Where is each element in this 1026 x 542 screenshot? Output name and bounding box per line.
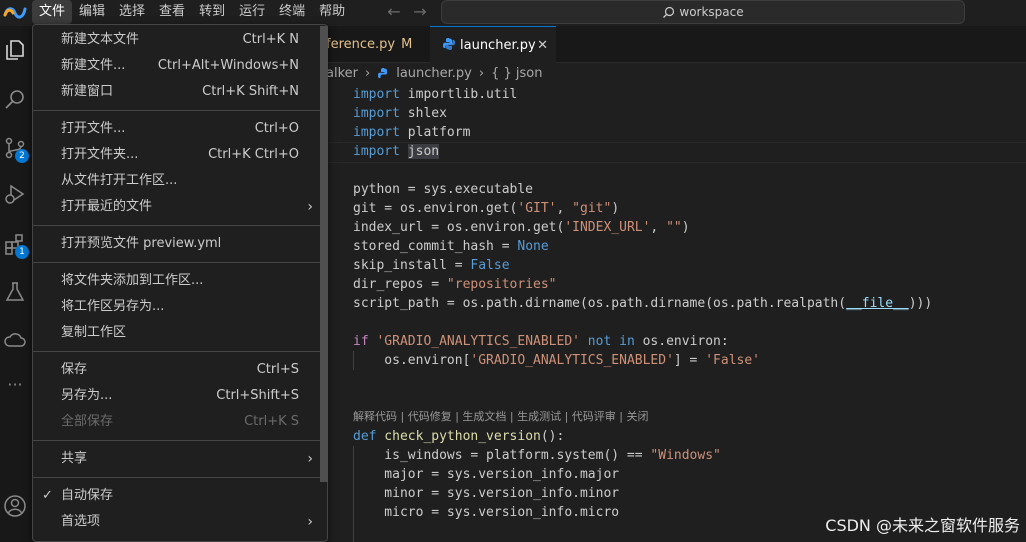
- menu-item-preferences[interactable]: 首选项 ›: [33, 509, 327, 535]
- extensions-badge: 1: [15, 245, 29, 259]
- menu-item-duplicate-workspace[interactable]: 复制工作区: [33, 320, 327, 346]
- code-line: import json: [353, 144, 440, 159]
- app-logo-icon: [3, 7, 27, 19]
- breadcrumb-file[interactable]: launcher.py: [396, 64, 472, 84]
- code-line: minor = sys.version_info.minor: [353, 486, 620, 501]
- code-line: if 'GRADIO_ANALYTICS_ENABLED' not in os.…: [353, 334, 729, 349]
- breadcrumb: alker › launcher.py › { } json: [326, 64, 542, 84]
- menu-edit[interactable]: 编辑: [72, 0, 112, 24]
- close-tab-icon[interactable]: ✕: [537, 27, 548, 65]
- watermark-text: CSDN @未来之窗软件服务: [825, 516, 1020, 535]
- code-line: skip_install = False: [353, 258, 510, 273]
- remote-cloud-icon[interactable]: [3, 328, 27, 352]
- menu-item-open-recent[interactable]: 打开最近的文件 ›: [33, 194, 327, 220]
- tab-label: launcher.py: [460, 38, 536, 53]
- python-file-icon: [378, 68, 388, 78]
- title-bar: 文件 编辑 选择 查看 转到 运行 终端 帮助 ← → workspace: [0, 0, 1026, 26]
- source-control-badge: 2: [15, 149, 29, 163]
- checkmark-icon: ✓: [42, 488, 53, 503]
- menu-view[interactable]: 查看: [152, 0, 192, 24]
- testing-flask-icon[interactable]: [3, 280, 27, 304]
- menu-separator: [33, 351, 327, 352]
- tab-label: ference.py: [326, 37, 396, 52]
- menu-item-save-all: 全部保存 Ctrl+K S: [61, 414, 299, 429]
- menu-item-open-preview[interactable]: 打开预览文件 preview.yml: [33, 231, 327, 257]
- activity-bar: 2 1 ···: [0, 26, 32, 542]
- menu-item-add-folder-to-workspace[interactable]: 将文件夹添加到工作区...: [33, 268, 327, 294]
- menu-go[interactable]: 转到: [192, 0, 232, 24]
- chevron-right-icon: ›: [365, 66, 371, 81]
- menu-separator: [33, 262, 327, 263]
- chevron-right-icon: ›: [307, 451, 313, 467]
- modified-indicator: M: [401, 37, 413, 52]
- menu-item-new-file[interactable]: 新建文件... Ctrl+Alt+Windows+N: [33, 53, 327, 79]
- search-text: workspace: [679, 5, 744, 19]
- code-line: python = sys.executable: [353, 182, 534, 197]
- file-menu-dropdown: 新建文本文件 Ctrl+K N 新建文件... Ctrl+Alt+Windows+N…: [32, 24, 328, 542]
- code-line: major = sys.version_info.major: [353, 467, 620, 482]
- command-center-search[interactable]: workspace: [441, 0, 965, 24]
- indent-guide: [353, 446, 354, 542]
- chevron-right-icon: ›: [478, 66, 485, 81]
- back-arrow-icon[interactable]: ←: [386, 4, 402, 20]
- python-file-icon: [443, 38, 455, 50]
- code-line: stored_commit_hash = None: [353, 239, 549, 254]
- menu-separator: [33, 225, 327, 226]
- chevron-right-icon: ›: [307, 199, 313, 215]
- menu-run[interactable]: 运行: [232, 0, 272, 24]
- breadcrumb-symbol[interactable]: { } json: [491, 64, 542, 84]
- tab-launcher[interactable]: launcher.py ✕: [430, 26, 556, 63]
- code-line: is_windows = platform.system() == "Windo…: [353, 448, 721, 463]
- menu-separator: [33, 477, 327, 478]
- menu-help[interactable]: 帮助: [312, 0, 352, 24]
- editor-tabs: ference.py M launcher.py ✕: [326, 26, 1026, 63]
- explorer-icon[interactable]: [3, 38, 27, 62]
- menu-item-new-window[interactable]: 新建窗口 Ctrl+K Shift+N: [33, 79, 327, 105]
- menu-item-open-workspace[interactable]: 从文件打开工作区...: [33, 168, 327, 194]
- ai-codelens-actions[interactable]: 解释代码 | 代码修复 | 生成文档 | 生成测试 | 代码评审 | 关闭: [353, 408, 649, 424]
- tab-inference[interactable]: ference.py M: [326, 26, 431, 62]
- more-icon[interactable]: ···: [3, 376, 27, 400]
- account-icon[interactable]: [3, 494, 27, 518]
- menu-terminal[interactable]: 终端: [272, 0, 312, 24]
- menu-item-open-folder[interactable]: 打开文件夹... Ctrl+K Ctrl+O: [33, 142, 327, 168]
- forward-arrow-icon[interactable]: →: [412, 4, 428, 20]
- search-sidebar-icon[interactable]: [3, 88, 27, 112]
- search-icon: [663, 6, 675, 18]
- indent-guide: [353, 351, 354, 370]
- menu-bar: 文件 编辑 选择 查看 转到 运行 终端 帮助: [32, 0, 352, 24]
- menu-file[interactable]: 文件: [32, 0, 73, 24]
- code-line: script_path = os.path.dirname(os.path.di…: [353, 296, 933, 311]
- chevron-right-icon: ›: [307, 514, 313, 530]
- code-line: def check_python_version():: [353, 429, 565, 444]
- menu-item-save-workspace-as[interactable]: 将工作区另存为...: [33, 294, 327, 320]
- code-line: micro = sys.version_info.micro: [353, 505, 620, 520]
- menu-item-open-file[interactable]: 打开文件... Ctrl+O: [33, 116, 327, 142]
- breadcrumb-folder[interactable]: alker: [326, 64, 358, 84]
- code-editor[interactable]: import importlib.util import shlex impor…: [326, 84, 1026, 542]
- code-line: dir_repos = "repositories": [353, 277, 557, 292]
- code-line: os.environ['GRADIO_ANALYTICS_ENABLED'] =…: [353, 353, 761, 368]
- menu-separator: [33, 110, 327, 111]
- menu-item-share[interactable]: 共享 ›: [33, 446, 327, 472]
- code-line: import platform: [353, 125, 471, 140]
- run-debug-icon[interactable]: [3, 182, 27, 206]
- menu-item-auto-save[interactable]: ✓ 自动保存: [33, 483, 327, 509]
- menu-separator: [33, 440, 327, 441]
- menu-item-save[interactable]: 保存 Ctrl+S: [33, 357, 327, 383]
- code-line: git = os.environ.get('GIT', "git"): [353, 201, 620, 216]
- code-line: import shlex: [353, 106, 447, 121]
- menu-item-save-as[interactable]: 另存为... Ctrl+Shift+S: [33, 383, 327, 409]
- code-line: import importlib.util: [353, 87, 518, 102]
- menu-scrollbar[interactable]: [320, 26, 328, 482]
- code-line: index_url = os.environ.get('INDEX_URL', …: [353, 220, 690, 235]
- menu-selection[interactable]: 选择: [112, 0, 152, 24]
- menu-item-new-text-file[interactable]: 新建文本文件 Ctrl+K N: [33, 27, 327, 53]
